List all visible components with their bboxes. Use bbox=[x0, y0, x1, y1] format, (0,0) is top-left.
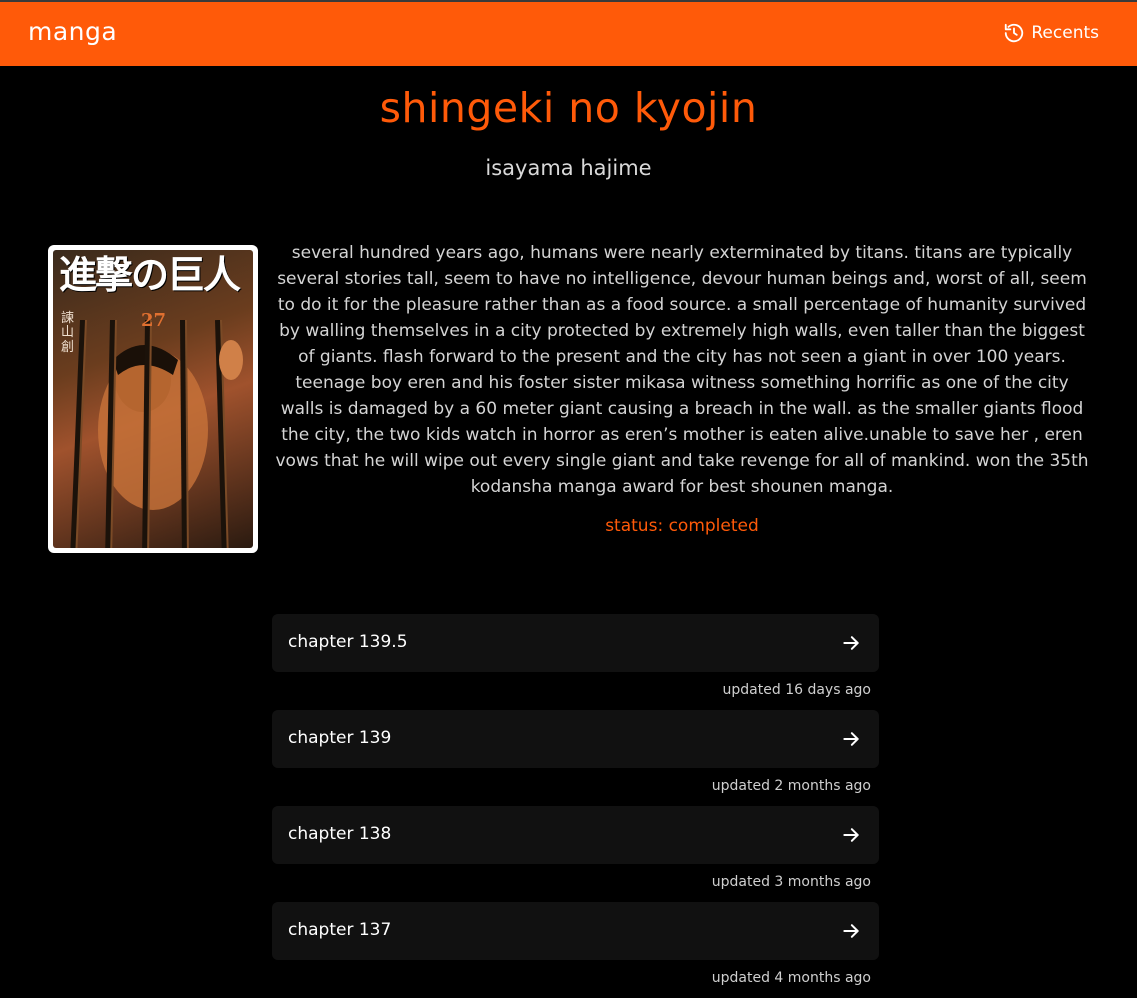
arrow-right-icon bbox=[841, 729, 861, 753]
chapter-link[interactable]: chapter 137 bbox=[272, 902, 879, 960]
chapter-link[interactable]: chapter 139 bbox=[272, 710, 879, 768]
arrow-right-icon bbox=[841, 921, 861, 945]
chapter-link[interactable]: chapter 138 bbox=[272, 806, 879, 864]
manga-author: isayama hajime bbox=[485, 156, 652, 180]
chapter-item: chapter 139.5 updated 16 days ago bbox=[272, 614, 879, 710]
chapter-item: chapter 138 updated 3 months ago bbox=[272, 806, 879, 902]
chapter-item: chapter 137 updated 4 months ago bbox=[272, 902, 879, 998]
arrow-right-icon bbox=[841, 825, 861, 849]
chapter-label: chapter 137 bbox=[288, 920, 392, 940]
chapter-label: chapter 139 bbox=[288, 728, 392, 748]
chapter-list: chapter 139.5 updated 16 days ago chapte… bbox=[272, 614, 879, 998]
manga-cover-image: 進撃の巨人 諫山創 27 bbox=[48, 245, 258, 553]
chapter-label: chapter 138 bbox=[288, 824, 392, 844]
chapter-updated-time: updated 2 months ago bbox=[711, 778, 871, 794]
manga-title: shingeki no kyojin bbox=[379, 84, 758, 132]
cover-title-text: 進撃の巨人 bbox=[59, 252, 241, 297]
chapter-link[interactable]: chapter 139.5 bbox=[272, 614, 879, 672]
cover-art bbox=[70, 320, 243, 548]
history-icon bbox=[1003, 22, 1025, 44]
chapter-label: chapter 139.5 bbox=[288, 632, 408, 652]
manga-status: status: completed bbox=[605, 516, 759, 536]
chapter-item: chapter 139 updated 2 months ago bbox=[272, 710, 879, 806]
arrow-right-icon bbox=[841, 633, 861, 657]
brand-logo[interactable]: manga bbox=[28, 17, 117, 46]
chapter-updated-time: updated 4 months ago bbox=[711, 970, 871, 986]
top-navbar: manga Recents bbox=[0, 0, 1137, 66]
cover-author-text: 諫山創 bbox=[61, 311, 75, 355]
recents-button[interactable]: Recents bbox=[1003, 22, 1099, 44]
cover-volume-number: 27 bbox=[141, 310, 167, 331]
chapter-updated-time: updated 16 days ago bbox=[722, 682, 871, 698]
manga-synopsis: several hundred years ago, humans were n… bbox=[275, 243, 1089, 497]
recents-label: Recents bbox=[1031, 23, 1099, 43]
chapter-updated-time: updated 3 months ago bbox=[711, 874, 871, 890]
